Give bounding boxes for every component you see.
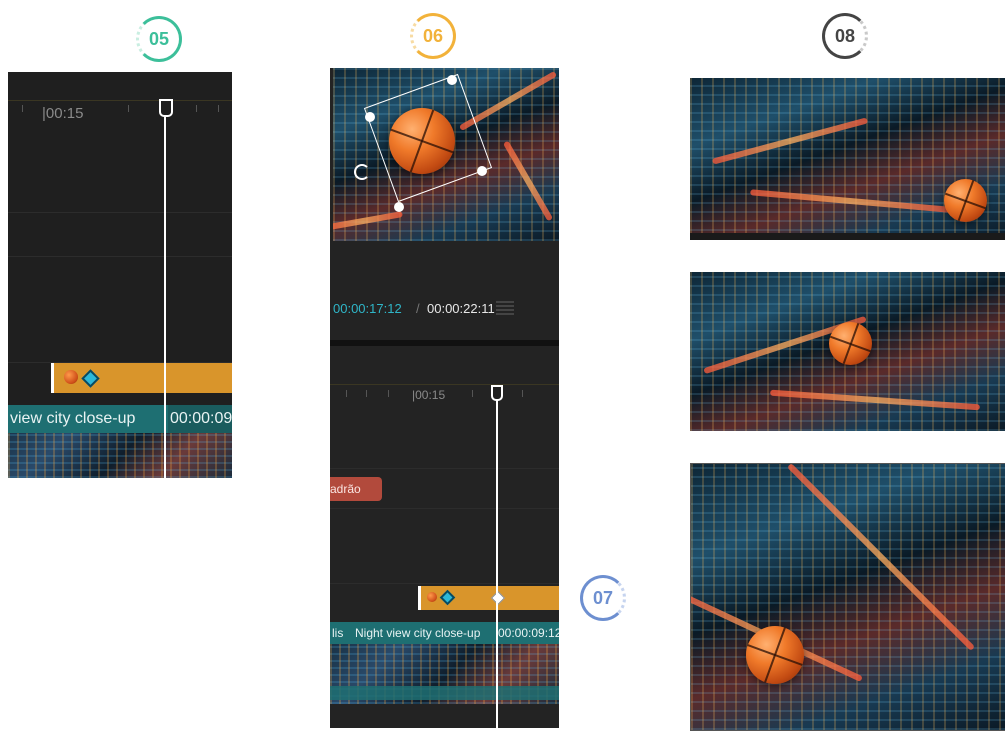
playhead-icon[interactable] bbox=[159, 99, 173, 117]
step-05-badge: 05 bbox=[136, 16, 182, 62]
video-clip-label: lis Night view city close-up 00:00:09:12 bbox=[330, 622, 559, 644]
aspect-icon[interactable] bbox=[496, 301, 514, 315]
step-08-badge: 08 bbox=[822, 13, 868, 59]
transform-handle-tl[interactable] bbox=[365, 112, 375, 122]
transform-handle-bl[interactable] bbox=[394, 202, 404, 212]
sticker-clip[interactable] bbox=[51, 363, 232, 393]
current-time: 00:00:17:12 bbox=[333, 301, 402, 316]
basketball-sticker-icon bbox=[64, 370, 78, 384]
step-06-number: 06 bbox=[422, 25, 444, 46]
transform-handle-tr[interactable] bbox=[447, 75, 457, 85]
clip-title: Night view city close-up bbox=[355, 626, 481, 640]
result-frame-3 bbox=[690, 463, 1005, 731]
ruler-time-label: |00:15 bbox=[412, 388, 446, 402]
keyframe-diamond-icon[interactable] bbox=[81, 369, 100, 388]
basketball-sticker bbox=[746, 626, 804, 684]
sticker-clip[interactable] bbox=[418, 586, 559, 610]
basketball-sticker bbox=[829, 322, 872, 365]
basketball-sticker bbox=[944, 179, 987, 222]
playhead-line[interactable] bbox=[496, 394, 498, 728]
playhead-icon[interactable] bbox=[491, 385, 503, 401]
clip-duration: 00:00:09:12 bbox=[498, 626, 559, 640]
playhead-line[interactable] bbox=[164, 112, 166, 478]
rotate-icon[interactable] bbox=[354, 164, 370, 180]
effect-clip-label: adrão bbox=[330, 482, 361, 496]
basketball-sticker[interactable] bbox=[389, 108, 455, 174]
effect-clip[interactable]: adrão bbox=[330, 477, 382, 501]
keyframe-diamond-icon[interactable] bbox=[439, 589, 456, 606]
step-07-number: 07 bbox=[592, 587, 614, 608]
clip-duration: 00:00:09 bbox=[168, 405, 232, 433]
result-frame-1 bbox=[690, 78, 1005, 240]
step-05-number: 05 bbox=[148, 28, 170, 49]
step-06-badge: 06 bbox=[410, 13, 456, 59]
transform-handle-br[interactable] bbox=[477, 166, 487, 176]
basketball-sticker-icon bbox=[427, 592, 437, 602]
time-separator: / bbox=[416, 301, 420, 316]
clip-title: view city close-up bbox=[10, 410, 136, 427]
total-time: 00:00:22:11 bbox=[427, 301, 495, 316]
prev-clip-label: lis bbox=[332, 626, 344, 640]
ruler-time-label: |00:15 bbox=[42, 105, 84, 122]
video-clip-label: view city close-up 00:00:09 bbox=[8, 405, 232, 433]
step-07-badge: 07 bbox=[580, 575, 626, 621]
step-08-number: 08 bbox=[834, 25, 856, 46]
step-06-editor-panel: 00:00:17:12 / 00:00:22:11 |00:15 adrão l… bbox=[330, 68, 559, 728]
step-05-timeline-panel: |00:15 view city close-up 00:00:09 bbox=[8, 72, 232, 478]
keyframe-diamond-icon-new[interactable] bbox=[490, 590, 506, 606]
result-frame-2 bbox=[690, 272, 1005, 431]
